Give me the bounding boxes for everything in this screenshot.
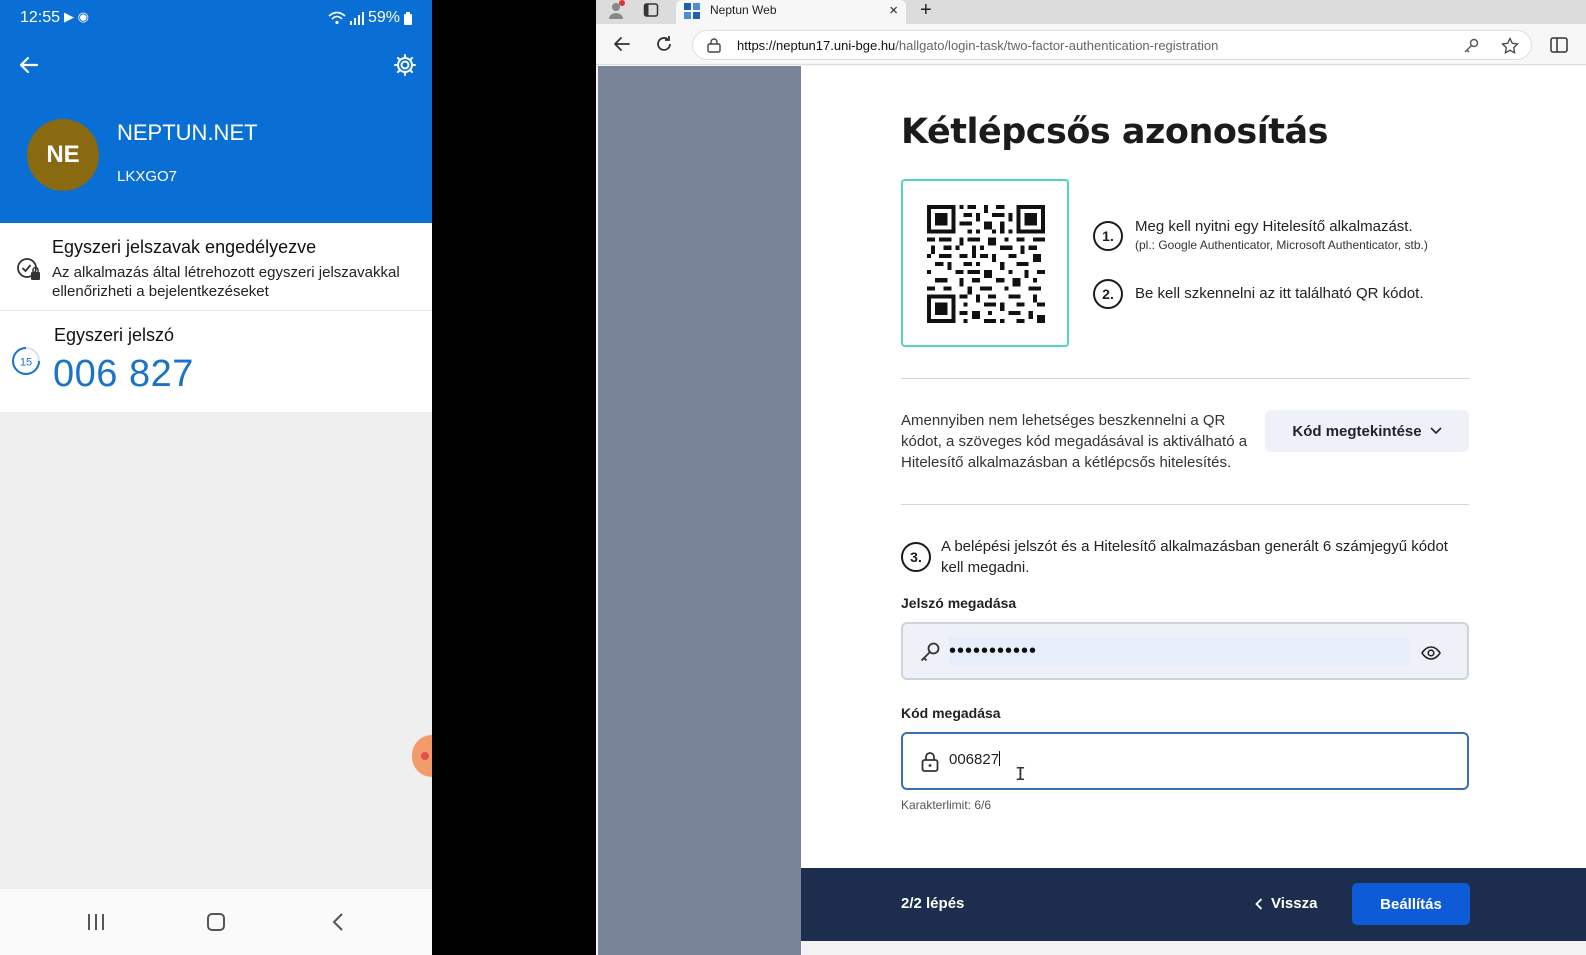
code-input[interactable]: 006827 xyxy=(949,751,1001,768)
back-arrow-icon[interactable] xyxy=(612,34,632,54)
url-path: /hallgato/login-task/two-factor-authenti… xyxy=(895,38,1219,53)
password-field[interactable]: ••••••••••• xyxy=(901,622,1469,680)
password-value[interactable]: ••••••••••• xyxy=(949,637,1409,665)
char-limit: Karakterlimit: 6/6 xyxy=(901,798,992,812)
url-host: https://neptun17.uni-bge.hu xyxy=(737,38,896,53)
page-viewport: Kétlépcsős azonosítás 1. Meg kell nyitni… xyxy=(596,66,1586,955)
star-icon[interactable] xyxy=(1501,37,1519,55)
floating-bubble[interactable] xyxy=(412,735,432,777)
manual-code-info: Amennyiben nem lehetséges beszkennelni a… xyxy=(901,412,1248,471)
wizard-footer: 2/2 lépés Vissza Beállítás xyxy=(801,868,1586,941)
home-button[interactable] xyxy=(196,909,236,935)
browser-window: Neptun Web × + https://neptun17.uni-bge.… xyxy=(596,0,1586,955)
back-link[interactable]: Vissza xyxy=(1255,895,1317,912)
lock-icon[interactable] xyxy=(707,38,721,53)
check-lock-icon xyxy=(17,258,40,280)
qr-code-frame xyxy=(901,179,1069,347)
ibeam-cursor-icon: I xyxy=(1015,764,1026,785)
tab-actions-icon[interactable] xyxy=(643,2,659,18)
lock-icon xyxy=(921,752,939,772)
tab-strip: Neptun Web × + xyxy=(596,0,1586,24)
divider xyxy=(901,378,1469,379)
recents-icon xyxy=(88,914,104,930)
step-3-text: A belépési jelszót és a Hitelesítő alkal… xyxy=(941,538,1448,576)
back-button[interactable] xyxy=(12,48,46,82)
chevron-left-icon xyxy=(332,913,343,931)
step-2-badge: 2. xyxy=(1093,279,1123,309)
code-value: 006827 xyxy=(949,751,1000,768)
home-icon xyxy=(207,913,225,931)
battery-icon xyxy=(404,11,412,25)
address-bar[interactable]: https://neptun17.uni-bge.hu/hallgato/log… xyxy=(692,30,1532,60)
divider xyxy=(901,504,1469,505)
chevron-left-icon xyxy=(1255,897,1263,910)
neptun-favicon-icon xyxy=(684,3,700,19)
close-tab-icon[interactable]: × xyxy=(889,2,898,19)
key-icon xyxy=(920,642,940,662)
chevron-down-icon xyxy=(1430,427,1442,435)
password-key-icon[interactable] xyxy=(1463,38,1479,54)
recent-apps-button[interactable] xyxy=(76,909,116,935)
otp-label: Egyszeri jelszó xyxy=(54,325,175,345)
wifi-icon xyxy=(328,11,346,25)
password-label: Jelszó megadása xyxy=(901,595,1017,611)
back-label: Vissza xyxy=(1271,895,1318,912)
step-indicator: 2/2 lépés xyxy=(901,895,965,912)
reload-icon[interactable] xyxy=(654,34,674,54)
step-2-text: Be kell szkennelni az itt található QR k… xyxy=(1135,285,1424,302)
otp-code[interactable]: 006 827 xyxy=(53,353,194,396)
view-code-button[interactable]: Kód megtekintése xyxy=(1265,410,1469,452)
floating-bubble-dot xyxy=(421,752,429,760)
countdown-seconds: 15 xyxy=(20,357,32,369)
otp-enabled-description: Az alkalmazás által létrehozott egyszeri… xyxy=(52,264,400,300)
step-1-text: Meg kell nyitni egy Hitelesítő alkalmazá… xyxy=(1135,218,1413,235)
android-nav-bar xyxy=(0,889,432,955)
view-code-label: Kód megtekintése xyxy=(1292,422,1422,440)
account-header: 12:55 ▶ ◉ 59% NE NEPTUN.NET LKXGO7 xyxy=(0,0,432,223)
signal-icon xyxy=(349,11,364,25)
text-caret xyxy=(999,751,1001,766)
screen: 12:55 ▶ ◉ 59% NE NEPTUN.NET LKXGO7 Egysz… xyxy=(0,0,1586,955)
step-3-badge: 3. xyxy=(901,542,931,572)
status-indicators: 59% xyxy=(328,9,412,27)
code-label: Kód megadása xyxy=(901,705,1001,721)
code-field[interactable]: 006827 I xyxy=(901,732,1469,790)
eye-icon[interactable] xyxy=(1421,643,1441,663)
tab-title: Neptun Web xyxy=(710,3,777,17)
submit-button[interactable]: Beállítás xyxy=(1352,883,1470,925)
url-text[interactable]: https://neptun17.uni-bge.hu/hallgato/log… xyxy=(737,38,1218,53)
step-1-hint: (pl.: Google Authenticator, Microsoft Au… xyxy=(1135,238,1428,252)
split-screen-icon[interactable] xyxy=(1550,36,1568,54)
battery-percent: 59% xyxy=(367,9,400,26)
page-title: Kétlépcsős azonosítás xyxy=(901,112,1328,152)
page-side-panel xyxy=(598,66,801,955)
settings-button[interactable] xyxy=(388,48,422,82)
status-bar: 12:55 ▶ ◉ 59% xyxy=(0,0,432,36)
account-username: LKXGO7 xyxy=(117,168,178,185)
status-time: 12:55 xyxy=(20,9,61,26)
account-name: NEPTUN.NET xyxy=(117,120,258,145)
otp-card[interactable]: 15 Egyszeri jelszó 006 827 xyxy=(0,311,432,412)
arrow-left-icon xyxy=(19,56,39,74)
phone-screen: 12:55 ▶ ◉ 59% NE NEPTUN.NET LKXGO7 Egysz… xyxy=(0,0,432,955)
avatar: NE xyxy=(27,119,99,191)
qr-code-image xyxy=(927,205,1045,323)
otp-enabled-title: Egyszeri jelszavak engedélyezve xyxy=(52,237,317,257)
address-row: https://neptun17.uni-bge.hu/hallgato/log… xyxy=(596,24,1586,65)
tab-neptun-web[interactable]: Neptun Web × xyxy=(676,0,906,24)
profile-icon[interactable] xyxy=(606,0,626,20)
two-factor-form: Kétlépcsős azonosítás 1. Meg kell nyitni… xyxy=(801,66,1586,868)
new-tab-button[interactable]: + xyxy=(920,0,932,20)
step-1-badge: 1. xyxy=(1093,221,1123,251)
otp-enabled-row[interactable]: Egyszeri jelszavak engedélyezve Az alkal… xyxy=(0,223,432,311)
gear-icon xyxy=(394,54,416,76)
countdown-timer-icon: 15 xyxy=(12,347,40,375)
system-back-button[interactable] xyxy=(318,909,358,935)
status-notification-icons: ▶ ◉ xyxy=(64,9,89,24)
